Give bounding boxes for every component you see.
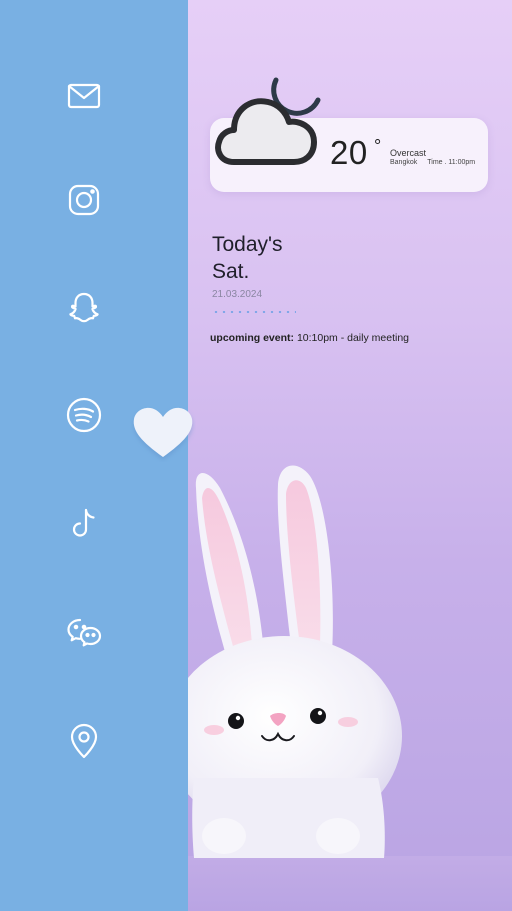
heart-icon xyxy=(133,407,193,457)
cloud-moon-icon xyxy=(215,77,321,165)
bunny-illustration xyxy=(188,465,402,858)
upcoming-event[interactable]: upcoming event: 10:10pm - daily meeting xyxy=(210,332,409,344)
instagram-icon[interactable] xyxy=(60,176,108,224)
location-icon[interactable] xyxy=(60,717,108,765)
today-heading-line1: Today's xyxy=(212,233,283,256)
floor-surface xyxy=(188,856,512,911)
mail-icon[interactable] xyxy=(60,72,108,120)
tiktok-icon[interactable] xyxy=(60,500,108,548)
weather-condition: Overcast xyxy=(390,148,427,158)
spotify-icon[interactable] xyxy=(60,391,108,439)
event-detail: 10:10pm - daily meeting xyxy=(296,332,409,344)
dotted-divider xyxy=(212,311,296,313)
weather-location-time: Bangkok Time . 11:00pm xyxy=(390,159,475,166)
event-label: upcoming event: xyxy=(210,332,295,344)
today-heading: Today's Sat. xyxy=(212,231,283,285)
weather-location: Bangkok xyxy=(390,159,418,166)
today-heading-line2: Sat. xyxy=(212,260,250,283)
date-label: 21.03.2024 xyxy=(212,289,263,300)
snapchat-icon[interactable] xyxy=(60,284,108,332)
weather-time: Time . 11:00pm xyxy=(427,159,476,166)
temperature-value: 20 xyxy=(330,134,368,171)
wechat-icon[interactable] xyxy=(60,608,108,656)
degree-symbol: ° xyxy=(374,136,382,156)
